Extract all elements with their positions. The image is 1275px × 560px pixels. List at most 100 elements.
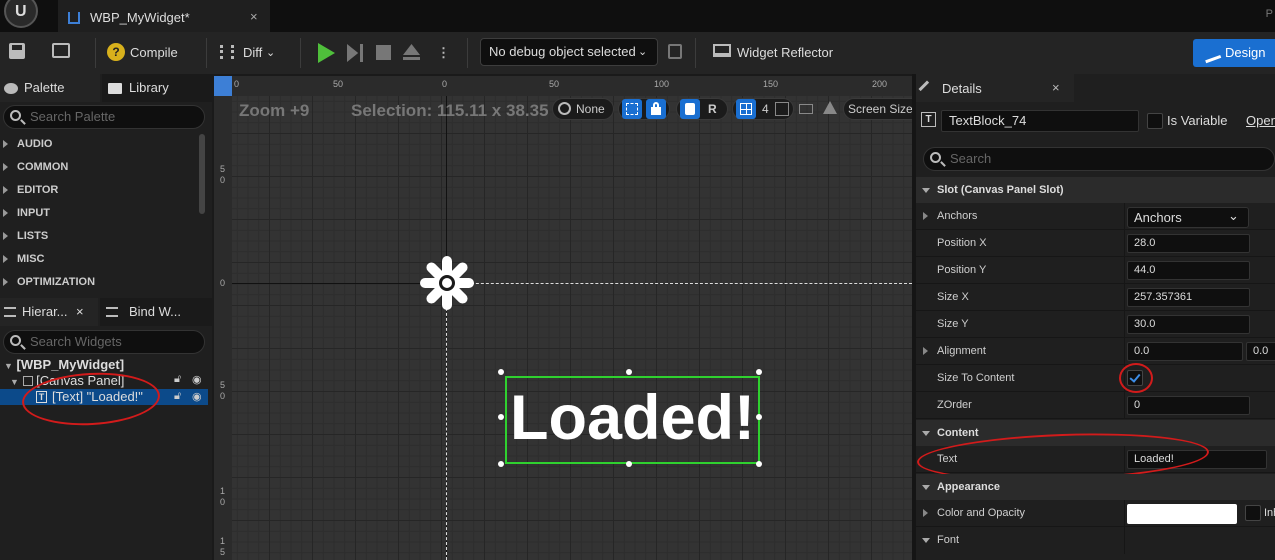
- reset-toggle-group: R: [676, 98, 728, 120]
- grid-icon[interactable]: [736, 99, 756, 119]
- close-details-icon[interactable]: ×: [1052, 80, 1060, 95]
- cursor-icon[interactable]: [775, 102, 789, 116]
- slot-section-header[interactable]: Slot (Canvas Panel Slot): [916, 177, 1275, 203]
- position-x-row: Position X 28.0: [916, 230, 1275, 257]
- lock-icon[interactable]: [646, 99, 666, 119]
- grid-size-label[interactable]: 4: [762, 99, 769, 119]
- lock-icon[interactable]: 🔓︎: [174, 390, 181, 403]
- designer-viewport[interactable]: 0 50 0 50 100 150 200 5 0 0 5 0 1 0 1 5 …: [212, 74, 912, 560]
- text-widget-selection[interactable]: Loaded!: [505, 376, 760, 464]
- chevron-down-icon[interactable]: ⌄: [266, 38, 275, 68]
- left-column: Palette Library Search Palette AUDIO COM…: [0, 74, 212, 560]
- close-tab-icon[interactable]: ×: [250, 9, 258, 24]
- debug-object-dropdown[interactable]: No debug object selected ⌄: [480, 38, 658, 66]
- color-swatch[interactable]: [1127, 504, 1237, 524]
- alignment-y-input[interactable]: 0.0: [1246, 342, 1275, 361]
- ruler-label: 5 0: [220, 380, 226, 401]
- category-audio[interactable]: AUDIO: [0, 133, 196, 155]
- compile-button[interactable]: Compile: [130, 38, 178, 68]
- selection-size-label: Selection: 115.11 x 38.35: [351, 101, 549, 120]
- anchors-value: Anchors: [1134, 210, 1182, 225]
- tree-root-label: [WBP_MyWidget]: [16, 357, 125, 372]
- resize-handle[interactable]: [498, 369, 504, 375]
- browse-icon[interactable]: [52, 43, 70, 58]
- document-tab[interactable]: WBP_MyWidget* ×: [58, 0, 270, 32]
- save-icon[interactable]: [9, 43, 25, 59]
- canvas-grid[interactable]: [232, 96, 912, 560]
- collapse-arrow-icon[interactable]: [922, 538, 930, 543]
- annotation-circle: [1119, 363, 1153, 393]
- marquee-icon[interactable]: [622, 99, 642, 119]
- resize-handle[interactable]: [498, 414, 504, 420]
- tree-item-root[interactable]: ▼ [WBP_MyWidget]: [4, 357, 208, 373]
- search-widgets-input[interactable]: Search Widgets: [3, 330, 205, 354]
- is-variable-checkbox[interactable]: [1147, 113, 1163, 129]
- open-class-link[interactable]: Open: [1246, 113, 1275, 128]
- category-misc[interactable]: MISC: [0, 248, 196, 270]
- details-search-input[interactable]: Search: [923, 147, 1275, 171]
- size-x-input[interactable]: 257.357361: [1127, 288, 1250, 307]
- hierarchy-tab[interactable]: Hierar... ×: [0, 298, 98, 326]
- search-widgets-placeholder: Search Widgets: [30, 334, 122, 349]
- size-y-input[interactable]: 30.0: [1127, 315, 1250, 334]
- position-y-input[interactable]: 44.0: [1127, 261, 1250, 280]
- inherit-checkbox[interactable]: [1245, 505, 1261, 521]
- stop-icon[interactable]: [376, 45, 391, 60]
- loaded-text[interactable]: Loaded!: [507, 382, 758, 454]
- eye-icon[interactable]: ◉: [192, 373, 202, 386]
- category-input[interactable]: INPUT: [0, 202, 196, 224]
- screen-size-dropdown[interactable]: Screen Size: [843, 98, 912, 120]
- expand-arrow-icon[interactable]: [923, 509, 928, 517]
- hierarchy-icon: [4, 307, 16, 317]
- library-tab[interactable]: Library: [102, 74, 212, 102]
- ruler-label: 100: [654, 79, 670, 89]
- respect-locks-icon[interactable]: [680, 99, 700, 119]
- resize-handle[interactable]: [626, 461, 632, 467]
- eject-icon[interactable]: [403, 44, 420, 55]
- close-hierarchy-icon[interactable]: ×: [76, 298, 84, 326]
- appearance-section-header[interactable]: Appearance: [916, 474, 1275, 500]
- eye-icon[interactable]: ◉: [192, 390, 202, 403]
- document-tab-label: WBP_MyWidget*: [90, 10, 190, 25]
- expand-arrow-icon[interactable]: [923, 347, 928, 355]
- debug-browse-icon[interactable]: [668, 44, 682, 59]
- category-optimization[interactable]: OPTIMIZATION: [0, 271, 196, 293]
- category-lists[interactable]: LISTS: [0, 225, 196, 247]
- brush-icon: [1200, 42, 1222, 64]
- palette-scrollbar[interactable]: [199, 134, 205, 214]
- lock-icon[interactable]: 🔓︎: [174, 373, 181, 386]
- background-image-icon[interactable]: [799, 104, 813, 114]
- palette-tab[interactable]: Palette: [0, 74, 100, 102]
- zorder-input[interactable]: 0: [1127, 396, 1250, 415]
- anchor-medallion-icon[interactable]: [416, 252, 478, 314]
- canvas-bound-horizontal: [446, 283, 912, 284]
- search-palette-input[interactable]: Search Palette: [3, 105, 205, 129]
- unreal-logo-icon[interactable]: U: [4, 0, 38, 28]
- position-x-input[interactable]: 28.0: [1127, 234, 1250, 253]
- expand-arrow-icon[interactable]: [923, 212, 928, 220]
- resize-handle[interactable]: [756, 369, 762, 375]
- grid-snap-group: 4: [732, 98, 794, 120]
- widget-name-input[interactable]: TextBlock_74: [941, 110, 1139, 132]
- resize-handle[interactable]: [756, 414, 762, 420]
- size-x-label: Size X: [937, 291, 969, 303]
- resize-handle[interactable]: [498, 461, 504, 467]
- zorder-label: ZOrder: [937, 399, 972, 411]
- diff-button[interactable]: Diff: [243, 38, 262, 68]
- anchors-dropdown[interactable]: Anchors ⌄: [1127, 207, 1249, 228]
- design-mode-button[interactable]: Design: [1193, 39, 1275, 67]
- resize-handle[interactable]: [756, 461, 762, 467]
- widget-reflector-button[interactable]: Widget Reflector: [737, 38, 833, 68]
- more-options-icon[interactable]: ⋮: [437, 38, 450, 68]
- alignment-x-input[interactable]: 0.0: [1127, 342, 1243, 361]
- details-tab[interactable]: Details ×: [916, 74, 1074, 102]
- play-icon[interactable]: [318, 43, 335, 63]
- details-panel: Details × T TextBlock_74 Is Variable Ope…: [916, 74, 1275, 560]
- category-common[interactable]: COMMON: [0, 156, 196, 178]
- r-label[interactable]: R: [708, 99, 717, 119]
- bind-widgets-tab[interactable]: Bind W...: [100, 298, 212, 326]
- resize-handle[interactable]: [626, 369, 632, 375]
- category-editor[interactable]: EDITOR: [0, 179, 196, 201]
- locale-dropdown[interactable]: None: [552, 98, 614, 120]
- anchors-row: Anchors Anchors ⌄: [916, 203, 1275, 230]
